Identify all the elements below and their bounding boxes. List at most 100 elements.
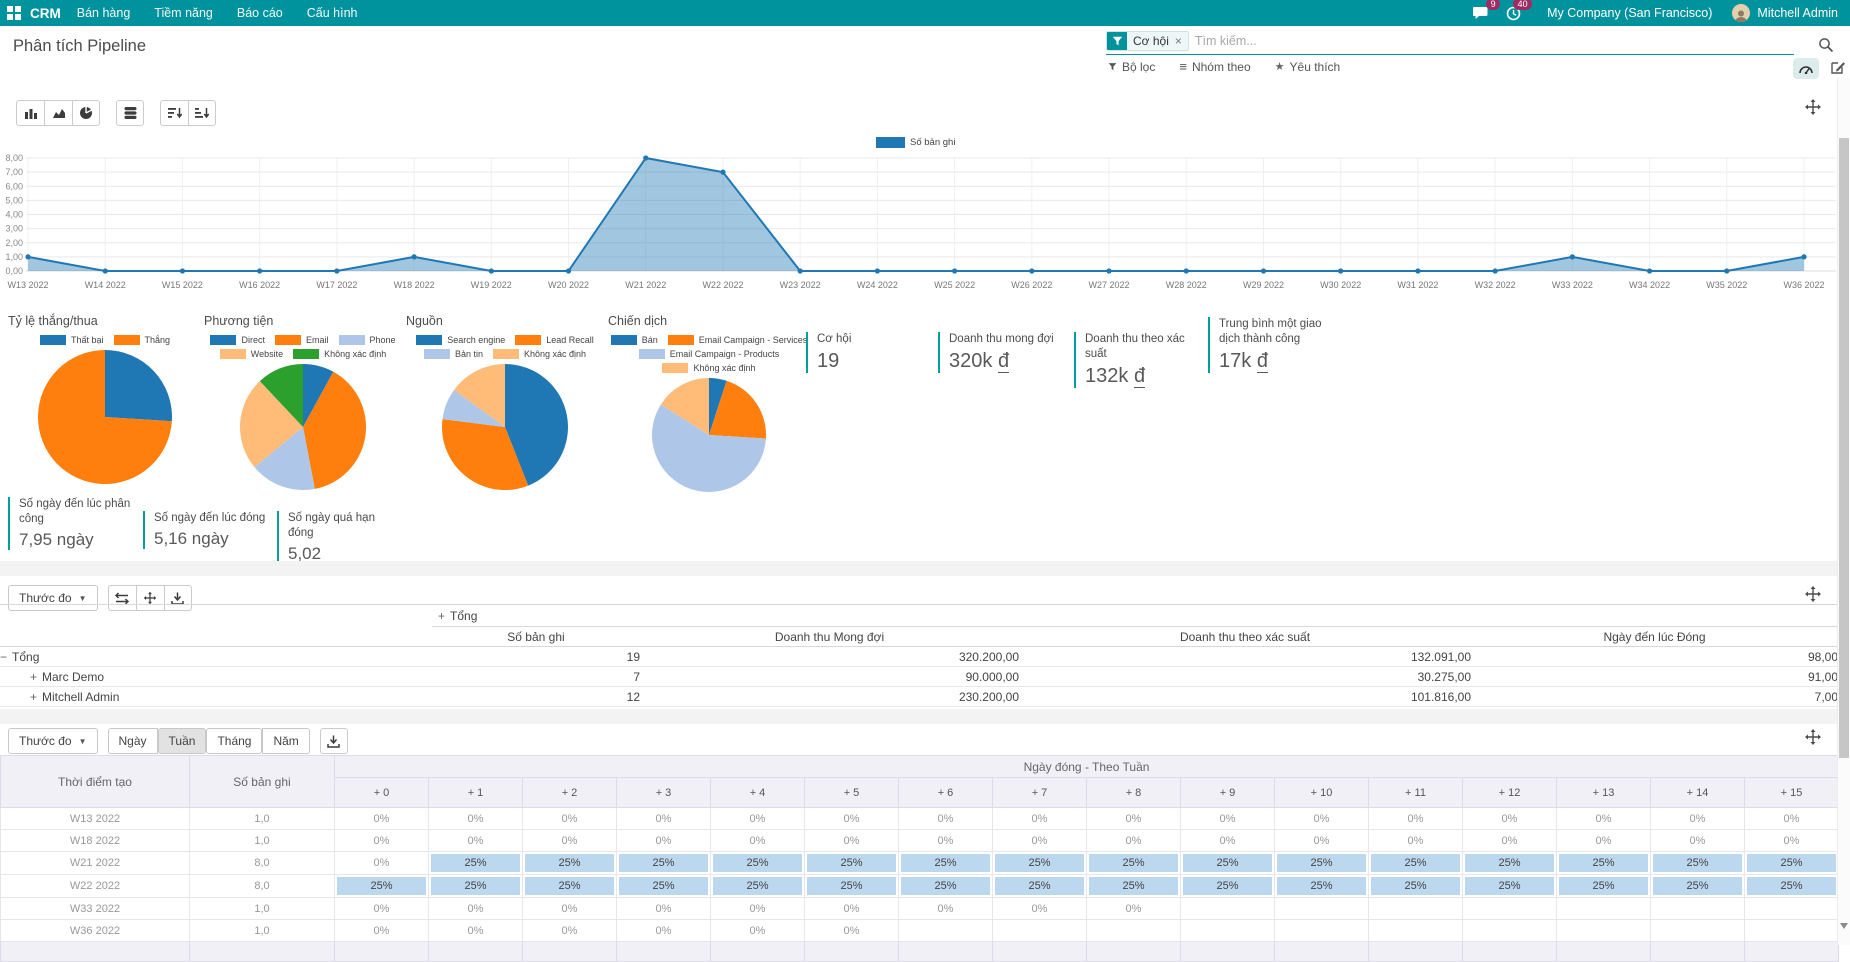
messages-button[interactable]: 9 <box>1469 1 1493 25</box>
pivot-row-label[interactable]: −Tổng <box>0 647 432 667</box>
pivot-value-cell: 12 <box>432 687 640 707</box>
avatar[interactable] <box>1732 4 1750 22</box>
pie-svg-wrap <box>8 350 202 484</box>
user-menu[interactable]: Mitchell Admin <box>1757 6 1838 20</box>
cohort-scale-năm[interactable]: Năm <box>262 728 309 754</box>
pie-legend-item[interactable]: Thắng <box>114 335 171 345</box>
pie-legend-item[interactable]: Email Campaign - Products <box>639 349 780 359</box>
pivot-value-cell: 230.200,00 <box>640 687 1019 707</box>
legend-swatch <box>668 335 694 345</box>
cohort-scale-ngày[interactable]: Ngày <box>108 728 158 754</box>
pie-legend-item[interactable]: Bản tin <box>424 349 483 359</box>
add-to-dashboard-button[interactable] <box>1793 58 1819 79</box>
scrollbar-thumb[interactable] <box>1839 138 1849 758</box>
pie-legend-item[interactable]: Search engine <box>416 335 505 345</box>
search-magnifier-icon[interactable] <box>1818 37 1838 57</box>
sort-descending-button[interactable] <box>160 100 188 126</box>
groupby-button[interactable]: ≡ Nhóm theo <box>1179 59 1250 74</box>
insert-spreadsheet-button[interactable] <box>1830 59 1850 79</box>
section-divider <box>0 709 1850 724</box>
pie-legend-item[interactable]: Thất bại <box>40 335 104 345</box>
pie-legend-item[interactable]: Email Campaign - Services <box>668 335 808 345</box>
collapse-icon[interactable]: − <box>0 650 7 664</box>
expand-icon[interactable]: + <box>30 690 37 704</box>
pivot-row-label[interactable]: +Mitchell Admin <box>0 687 432 707</box>
filters-button[interactable]: Bộ lọc <box>1108 59 1155 74</box>
expand-icon[interactable]: + <box>30 670 37 684</box>
nav-menu-item[interactable]: Báo cáo <box>237 6 283 20</box>
activities-button[interactable]: 40 <box>1501 1 1525 25</box>
app-name[interactable]: CRM <box>30 6 61 21</box>
pie-legend-item[interactable]: Email <box>275 335 329 345</box>
pipeline-week-chart: 0,001,002,003,004,005,006,007,008,00W13 … <box>0 128 1850 304</box>
pie-legend-item[interactable]: Không xác định <box>293 349 386 359</box>
pie-legend-item[interactable]: Không xác định <box>662 363 755 373</box>
facet-close-icon[interactable]: × <box>1175 32 1188 50</box>
cohort-value-cell: 25% <box>899 852 993 875</box>
stacked-toggle-button[interactable] <box>116 100 144 126</box>
pie-chart-icon <box>79 106 93 120</box>
search-box: Cơ hội × <box>1106 31 1794 55</box>
bar-chart-button[interactable] <box>16 100 44 126</box>
pivot-measure-header[interactable]: Số bản ghi <box>432 627 640 647</box>
search-input[interactable] <box>1189 32 1794 50</box>
nav-menu-item[interactable]: Cấu hình <box>307 6 358 20</box>
cohort-measures-button[interactable]: Thước đo ▼ <box>8 728 98 754</box>
highlighted-value: 25% <box>337 877 426 895</box>
pie-legend-item[interactable]: Lead Recall <box>515 335 594 345</box>
chevron-down-icon: ▼ <box>79 737 87 746</box>
svg-text:W26 2022: W26 2022 <box>1011 280 1052 290</box>
pivot-row: −Tổng19320.200,00132.091,0098,00 <box>0 647 1838 667</box>
cohort-value-cell: 0% <box>1745 830 1839 852</box>
nav-menu-item[interactable]: Tiềm năng <box>154 6 213 20</box>
pie-legend-item[interactable]: Bán <box>611 335 658 345</box>
cohort-fullscreen-button[interactable] <box>1804 728 1828 752</box>
cohort-scale-tuần[interactable]: Tuần <box>158 728 207 754</box>
kpi-card: Cơ hội19 <box>806 332 924 373</box>
company-switcher[interactable]: My Company (San Francisco) <box>1547 6 1712 20</box>
legend-label: Thất bại <box>71 335 104 345</box>
currency-symbol: đ <box>998 350 1009 373</box>
cohort-row: W22 20228,025%25%25%25%25%25%25%25%25%25… <box>1 875 1839 898</box>
pie-legend-item[interactable]: Phone <box>339 335 396 345</box>
pie-legend-item[interactable]: Website <box>220 349 283 359</box>
day-kpi-card: Số ngày đến lúc đóng5,16 ngày <box>143 511 269 549</box>
pie-chart-button[interactable] <box>72 100 100 126</box>
page-title: Phân tích Pipeline <box>13 37 146 56</box>
pivot-measure-header[interactable]: Doanh thu theo xác suất <box>1019 627 1471 647</box>
apps-menu-button[interactable] <box>0 0 28 26</box>
currency-symbol: đ <box>1257 350 1268 373</box>
kpi-value: 17k đ <box>1219 350 1342 373</box>
svg-text:W33 2022: W33 2022 <box>1552 280 1593 290</box>
search-facet-chip[interactable]: Cơ hội × <box>1106 31 1189 51</box>
pie-legend-item[interactable]: Không xác định <box>493 349 586 359</box>
pivot-measure-header[interactable]: Doanh thu Mong đợi <box>640 627 1019 647</box>
cohort-value-cell: 25% <box>805 852 899 875</box>
favorites-button[interactable]: ★ Yêu thích <box>1275 59 1341 74</box>
scrollbar-down-arrow-icon[interactable] <box>1840 923 1848 929</box>
highlighted-value: 25% <box>1559 854 1648 872</box>
pivot-column-group-header[interactable]: +Tổng <box>432 605 1838 627</box>
highlighted-value: 25% <box>1653 854 1742 872</box>
graph-fullscreen-button[interactable] <box>1804 98 1828 122</box>
star-icon: ★ <box>1275 60 1285 73</box>
pivot-measure-header[interactable]: Ngày đến lúc Đóng <box>1471 627 1838 647</box>
pivot-row-label[interactable]: +Marc Demo <box>0 667 432 687</box>
pie-legend-item[interactable]: Direct <box>210 335 265 345</box>
highlighted-value: 25% <box>1371 877 1460 895</box>
highlighted-value: 25% <box>995 854 1084 872</box>
cohort-download-button[interactable] <box>320 728 348 754</box>
line-chart-button[interactable] <box>44 100 72 126</box>
cohort-offset-header: + 5 <box>805 778 899 808</box>
pie-title: Tỷ lệ thắng/thua <box>8 314 202 328</box>
cohort-scale-tháng[interactable]: Tháng <box>206 728 262 754</box>
cohort-value-cell <box>1557 920 1651 942</box>
expand-icon[interactable]: + <box>438 609 445 623</box>
chart-legend[interactable]: Số bản ghi <box>876 137 955 148</box>
cohort-value-cell: 0% <box>993 808 1087 830</box>
nav-menu-item[interactable]: Bán hàng <box>77 6 131 20</box>
sort-ascending-button[interactable] <box>188 100 216 126</box>
vertical-scrollbar[interactable] <box>1837 78 1850 945</box>
cohort-offset-header: + 13 <box>1557 778 1651 808</box>
cohort-value-cell <box>899 920 993 942</box>
